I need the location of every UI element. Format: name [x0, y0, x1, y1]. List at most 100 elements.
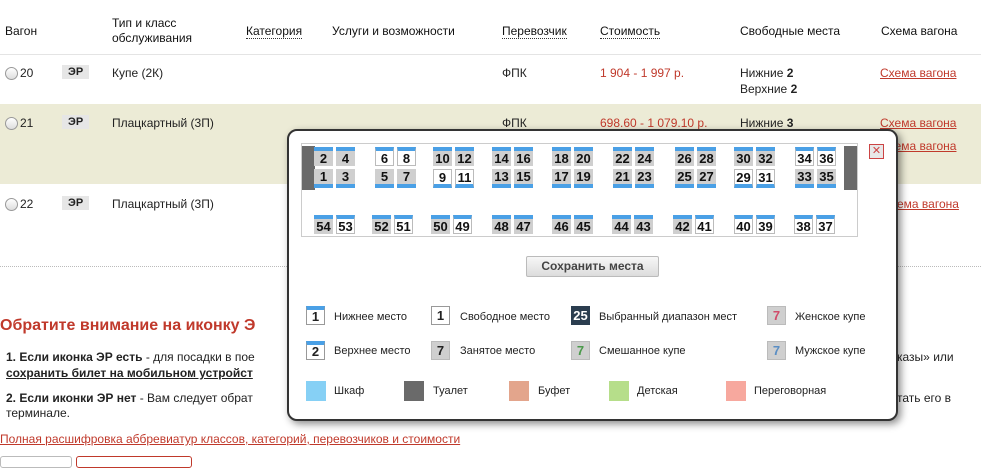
seat-21[interactable]: 21	[613, 169, 632, 188]
seat-47[interactable]: 47	[514, 215, 533, 234]
car-type: Плацкартный (3П)	[112, 116, 214, 130]
seat-27[interactable]: 27	[697, 169, 716, 188]
seat-28[interactable]: 28	[697, 147, 716, 166]
car-20-radio[interactable]	[5, 67, 18, 80]
seat-25[interactable]: 25	[675, 169, 694, 188]
seat-36[interactable]: 36	[817, 147, 836, 166]
legend-wardrobe: Шкаф	[334, 385, 365, 397]
seat-17[interactable]: 17	[552, 169, 571, 188]
lower-seats-count: 2	[786, 66, 794, 80]
er-badge: ЭР	[62, 115, 90, 129]
seat-1[interactable]: 1	[314, 169, 333, 188]
kids-swatch	[609, 381, 629, 401]
scheme-link[interactable]: Схема вагона	[880, 66, 956, 80]
save-seats-button[interactable]: Сохранить места	[526, 256, 659, 277]
divider	[0, 54, 981, 55]
seat-3[interactable]: 3	[336, 169, 355, 188]
seat-15[interactable]: 15	[514, 169, 533, 188]
seat-48[interactable]: 48	[492, 215, 511, 234]
seat-11[interactable]: 11	[455, 169, 474, 188]
bottom-button[interactable]	[0, 456, 72, 468]
col-car: Вагон	[5, 24, 38, 38]
seat-32[interactable]: 32	[756, 147, 775, 166]
upper-seats: Верхние 2	[740, 82, 797, 96]
bottom-button-red[interactable]	[76, 456, 192, 468]
lower-seats-label: Нижние	[740, 116, 784, 130]
seat-45[interactable]: 45	[574, 215, 593, 234]
seat-53[interactable]: 53	[336, 215, 355, 234]
seat-20[interactable]: 20	[574, 147, 593, 166]
seat-35[interactable]: 35	[817, 169, 836, 188]
legend-male: Мужское купе	[795, 345, 866, 357]
scheme-link[interactable]: ема вагона	[897, 197, 959, 211]
seat-49[interactable]: 49	[453, 215, 472, 234]
seat-14[interactable]: 14	[492, 147, 511, 166]
seat-22[interactable]: 22	[613, 147, 632, 166]
col-carrier[interactable]: Перевозчик	[502, 24, 567, 39]
seat-30[interactable]: 30	[734, 147, 753, 166]
seat-29[interactable]: 29	[734, 169, 753, 188]
seat-44[interactable]: 44	[612, 215, 631, 234]
notice-p2-right: тать его в	[897, 391, 952, 405]
seat-40[interactable]: 40	[734, 215, 753, 234]
seat-52[interactable]: 52	[372, 215, 391, 234]
seat-38[interactable]: 38	[794, 215, 813, 234]
car-21-radio[interactable]	[5, 117, 18, 130]
free-seat-swatch: 1	[431, 306, 450, 325]
seat-18[interactable]: 18	[552, 147, 571, 166]
legend-selected-range: Выбранный диапазон мест	[599, 311, 738, 323]
seat-34[interactable]: 34	[795, 147, 814, 166]
seat-19[interactable]: 19	[574, 169, 593, 188]
seat-24[interactable]: 24	[635, 147, 654, 166]
upper-seats-label: Верхние	[740, 82, 788, 96]
seat-4[interactable]: 4	[336, 147, 355, 166]
seat-9[interactable]: 9	[433, 169, 452, 188]
seat-43[interactable]: 43	[634, 215, 653, 234]
seat-23[interactable]: 23	[635, 169, 654, 188]
notice-p2-line2: терминале.	[6, 406, 70, 420]
seat-54[interactable]: 54	[314, 215, 333, 234]
seat-31[interactable]: 31	[756, 169, 775, 188]
col-type[interactable]: Тип и класс обслуживания	[112, 16, 192, 46]
seat-33[interactable]: 33	[795, 169, 814, 188]
seat-2[interactable]: 2	[314, 147, 333, 166]
notice-title-text: Обратите внимание на иконку	[0, 317, 240, 334]
seat-37[interactable]: 37	[816, 215, 835, 234]
seat-6[interactable]: 6	[375, 147, 394, 166]
lower-seats: Нижние 3	[740, 116, 793, 130]
female-swatch: 7	[767, 306, 786, 325]
legend-occupied-seat: Занятое место	[460, 345, 536, 357]
seat-8[interactable]: 8	[397, 147, 416, 166]
col-free-seats: Свободные места	[740, 24, 841, 38]
legend-mixed: Смешанное купе	[599, 345, 686, 357]
legend-buffet: Буфет	[538, 385, 571, 397]
seat-41[interactable]: 41	[695, 215, 714, 234]
scheme-link[interactable]: Схема вагона	[880, 116, 956, 130]
seat-39[interactable]: 39	[756, 215, 775, 234]
seat-51[interactable]: 51	[394, 215, 413, 234]
abbreviations-link[interactable]: Полная расшифровка аббревиатур классов, …	[0, 432, 460, 446]
seat-16[interactable]: 16	[514, 147, 533, 166]
car-number: 21	[20, 116, 34, 130]
seat-26[interactable]: 26	[675, 147, 694, 166]
seat-10[interactable]: 10	[433, 147, 452, 166]
col-category[interactable]: Категория	[246, 24, 303, 39]
col-cost[interactable]: Стоимость	[600, 24, 661, 39]
seat-5[interactable]: 5	[375, 169, 394, 188]
seat-12[interactable]: 12	[455, 147, 474, 166]
car-number: 20	[20, 66, 34, 80]
notice-p2-text: - Вам следует обрат	[136, 391, 253, 405]
seat-46[interactable]: 46	[552, 215, 571, 234]
lower-seat-swatch: 1	[306, 306, 325, 325]
meeting-swatch	[726, 381, 746, 401]
notice-p1-right: казы» или	[897, 350, 954, 364]
car-22-radio[interactable]	[5, 198, 18, 211]
seat-42[interactable]: 42	[673, 215, 692, 234]
notice-title: Обратите внимание на иконку Э	[0, 317, 255, 335]
close-icon[interactable]: ✕	[869, 144, 884, 159]
seat-50[interactable]: 50	[431, 215, 450, 234]
seat-13[interactable]: 13	[492, 169, 511, 188]
save-on-mobile-link[interactable]: сохранить билет на мобильном устройст	[6, 366, 253, 380]
seat-7[interactable]: 7	[397, 169, 416, 188]
col-type-line2: обслуживания	[112, 31, 193, 45]
